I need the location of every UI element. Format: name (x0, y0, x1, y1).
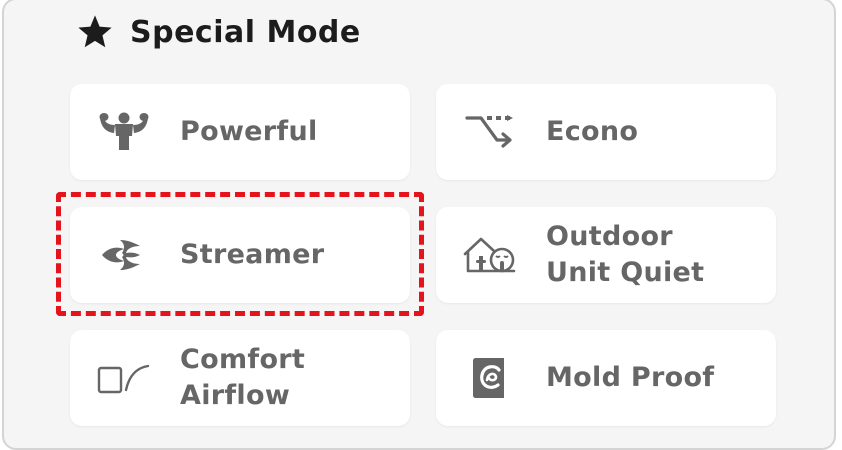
mode-button-econo[interactable]: Econo (436, 84, 776, 180)
mode-button-streamer[interactable]: Streamer (70, 207, 410, 303)
mode-button-comfort-airflow[interactable]: Comfort Airflow (70, 330, 410, 426)
star-icon (76, 13, 114, 51)
econo-icon (462, 110, 518, 154)
mode-label: Mold Proof (546, 362, 715, 393)
comfort-airflow-icon (96, 356, 152, 400)
mode-button-mold-proof[interactable]: Mold Proof (436, 330, 776, 426)
section-header: Special Mode (76, 10, 361, 54)
outdoor-quiet-icon (462, 233, 518, 277)
page-title: Special Mode (130, 14, 361, 50)
mold-proof-icon (462, 356, 518, 400)
mode-button-powerful[interactable]: Powerful (70, 84, 410, 180)
mode-label: Econo (546, 116, 639, 147)
mode-label: Comfort Airflow (180, 344, 306, 411)
mode-label: Powerful (180, 116, 318, 147)
muscle-icon (96, 110, 152, 154)
streamer-icon (96, 233, 152, 277)
mode-label: Outdoor Unit Quiet (546, 221, 705, 288)
mode-label: Streamer (180, 239, 325, 270)
mode-button-outdoor-unit-quiet[interactable]: Outdoor Unit Quiet (436, 207, 776, 303)
